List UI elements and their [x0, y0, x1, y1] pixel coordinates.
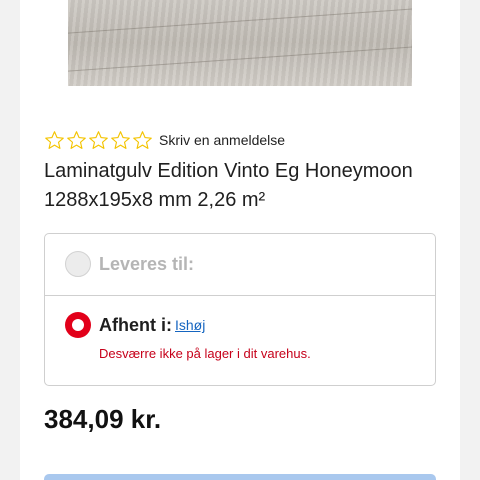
delivery-option-ship[interactable]: Leveres til: — [45, 234, 435, 296]
ship-label: Leveres til: — [99, 254, 195, 274]
plank-seam — [68, 6, 412, 35]
stock-message: Desværre ikke på lager i dit varehus. — [99, 346, 311, 361]
plank-seam — [68, 44, 412, 73]
write-review-link[interactable]: Skriv en anmeldelse — [159, 132, 285, 148]
pickup-label: Afhent i: — [99, 315, 172, 335]
product-title: Laminatgulv Edition Vinto Eg Honeymoon 1… — [44, 160, 413, 211]
product-image — [68, 0, 412, 86]
star-outline-icon — [45, 130, 64, 149]
star-outline-icon — [89, 130, 108, 149]
star-outline-icon — [111, 130, 130, 149]
price: 384,09 kr. — [44, 404, 162, 434]
star-outline-icon — [67, 130, 86, 149]
star-rating[interactable] — [44, 130, 153, 151]
store-link[interactable]: Ishøj — [175, 317, 205, 333]
radio-selected-icon[interactable] — [65, 312, 91, 338]
delivery-options: Leveres til: Afhent i: Ishøj Desværre ik… — [44, 233, 436, 386]
product-card: Skriv en anmeldelse Laminatgulv Edition … — [20, 0, 460, 480]
rating-row: Skriv en anmeldelse — [44, 128, 285, 152]
star-outline-icon — [133, 130, 152, 149]
add-to-cart-button[interactable] — [44, 474, 436, 480]
delivery-option-pickup[interactable]: Afhent i: Ishøj Desværre ikke på lager i… — [45, 296, 435, 386]
radio-unselected-icon[interactable] — [65, 251, 91, 277]
